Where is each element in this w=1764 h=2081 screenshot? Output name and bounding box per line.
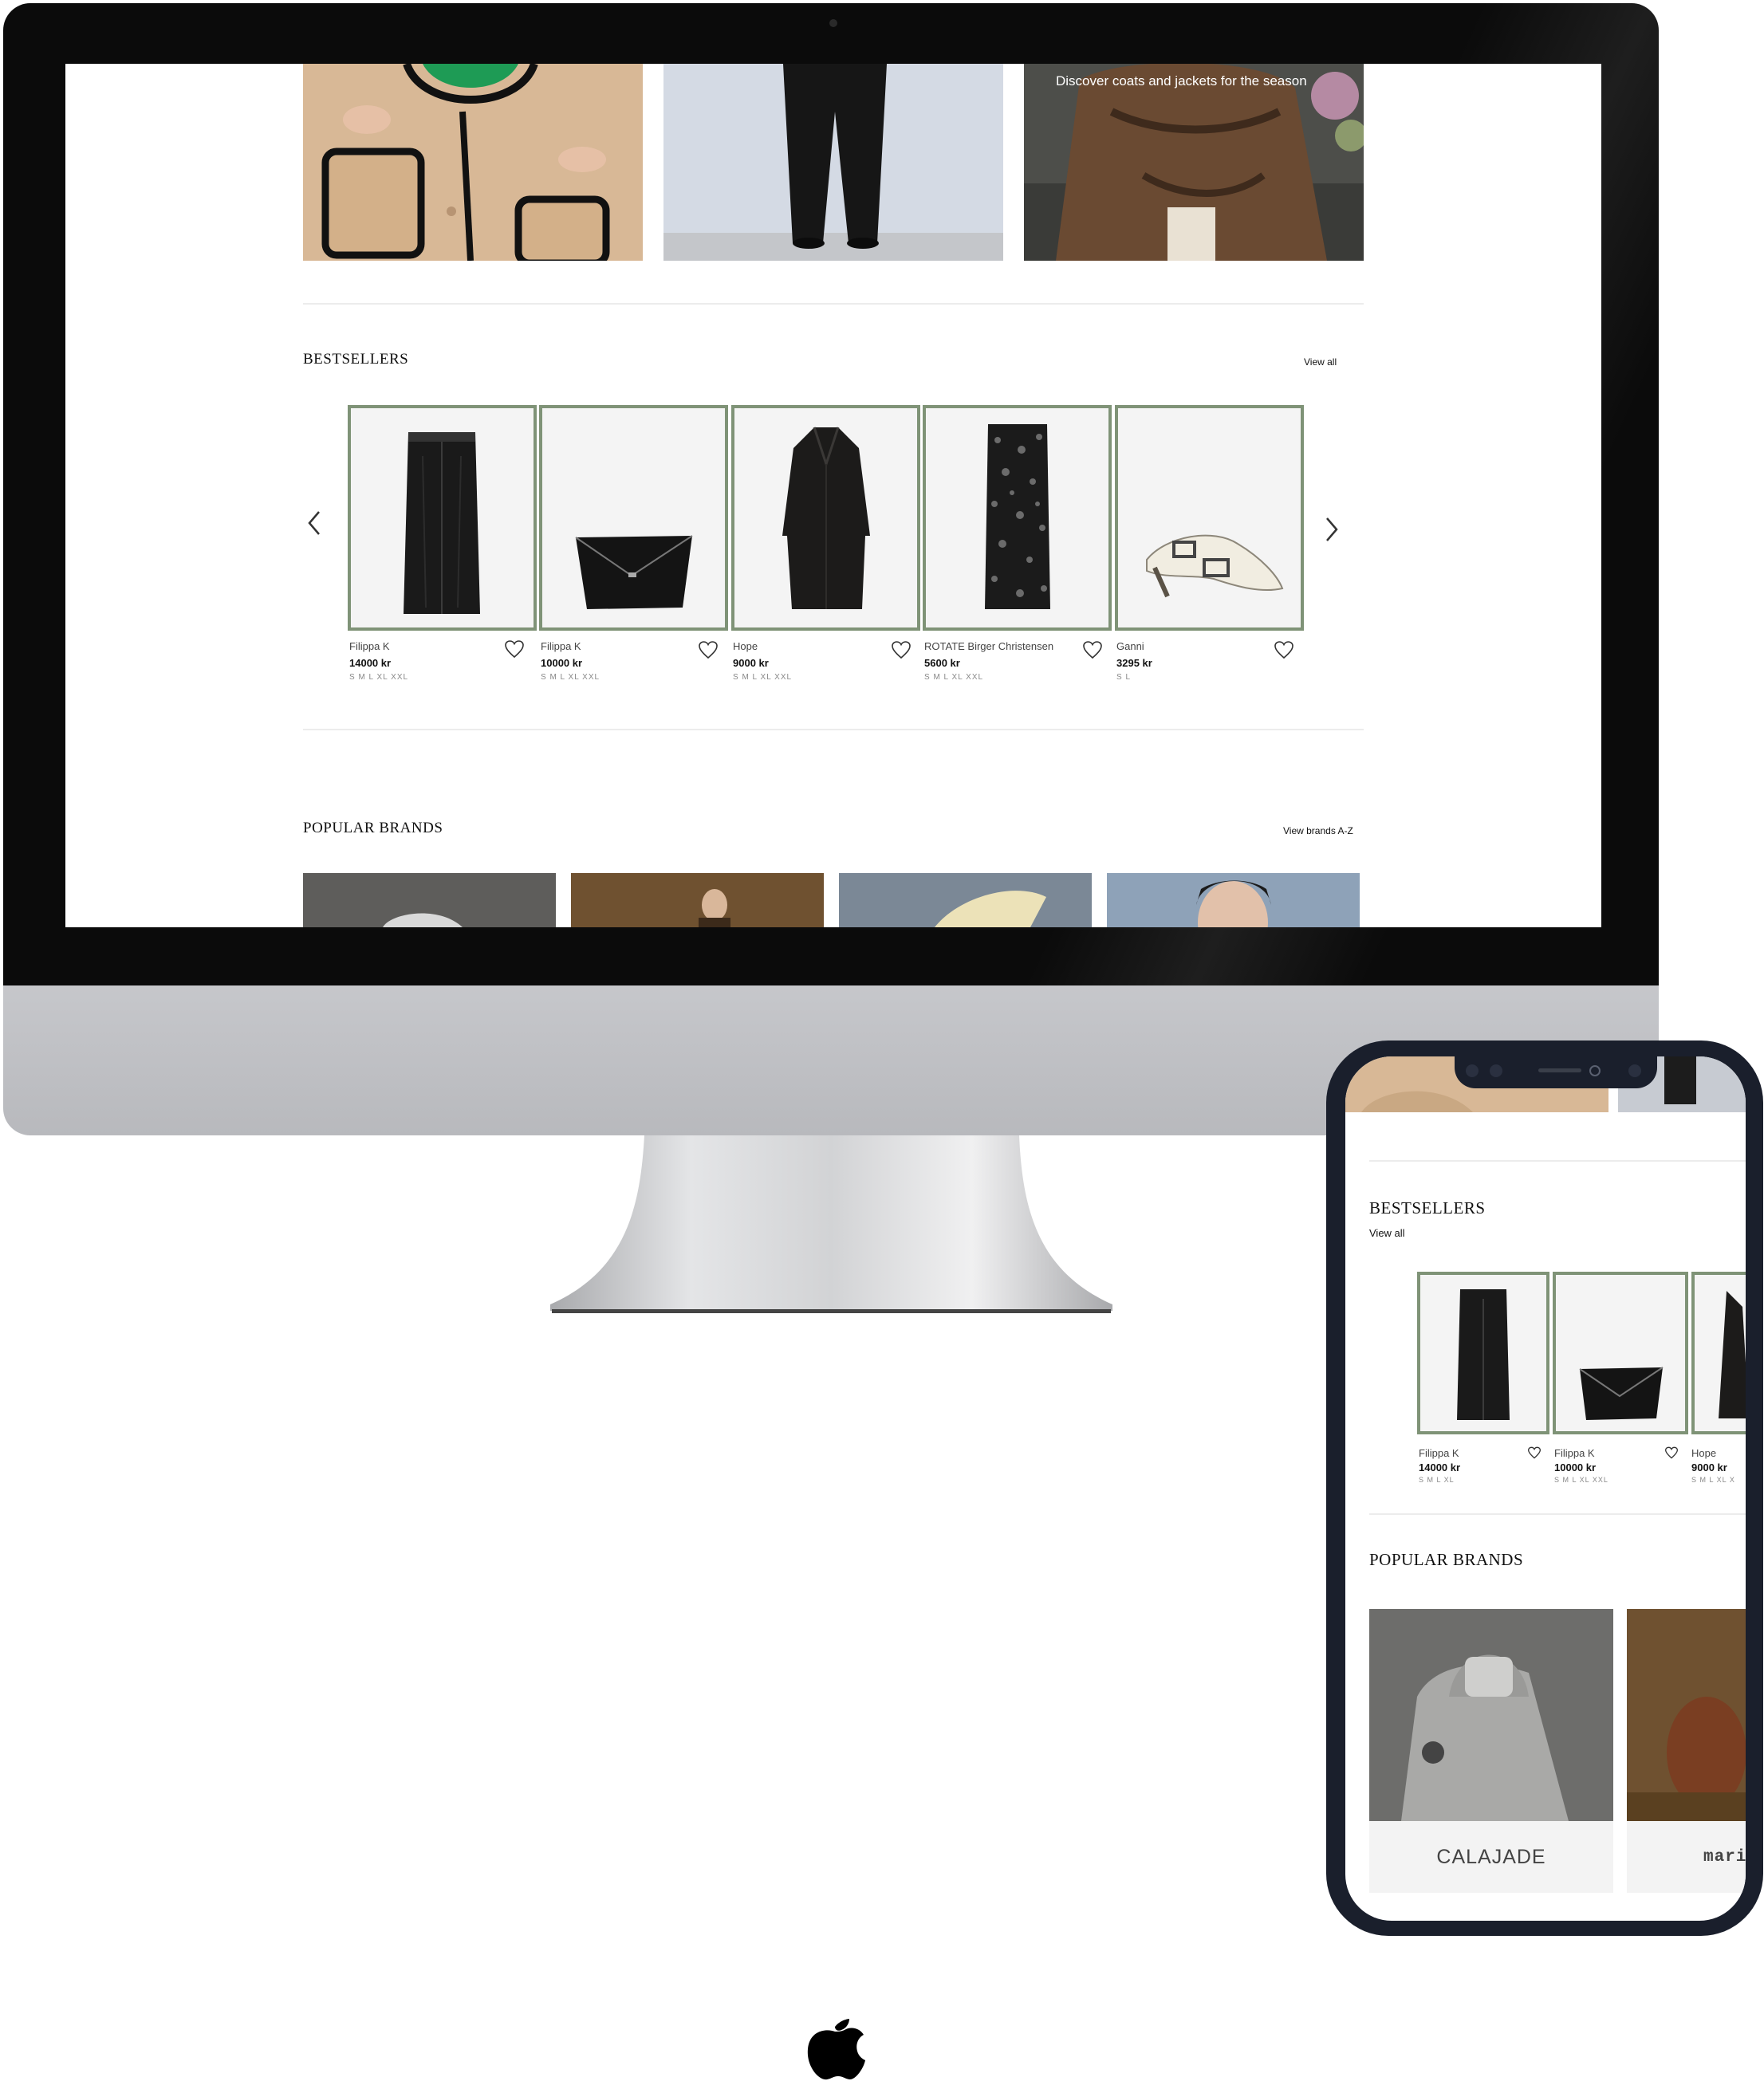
leather-jacket-image xyxy=(1024,64,1364,261)
buckle-flat-image xyxy=(1146,534,1284,598)
heart-icon[interactable] xyxy=(891,640,912,659)
product-brand: Hope xyxy=(1691,1447,1717,1459)
brand-card-marin[interactable]: marin xyxy=(1627,1609,1746,1893)
product-card-sequin-dress[interactable] xyxy=(923,405,1112,631)
bestsellers-title: BESTSELLERS xyxy=(303,351,409,368)
clutch-bag-image xyxy=(1579,1367,1664,1420)
shearling-coat-image xyxy=(303,64,643,261)
leather-skirt-image xyxy=(404,432,480,614)
hero-caption: Discover coats and jackets for the seaso… xyxy=(1056,73,1307,89)
section-divider xyxy=(1369,1160,1746,1162)
chevron-right-icon[interactable] xyxy=(1322,515,1341,544)
hero-tile-trousers[interactable] xyxy=(663,64,1003,261)
brand-tile-image xyxy=(839,873,1092,927)
product-sizes: S M L XL XXL xyxy=(349,673,409,682)
brand-tile-image xyxy=(303,873,556,927)
heart-icon[interactable] xyxy=(504,639,525,659)
long-coat-image xyxy=(1719,1291,1746,1418)
section-divider xyxy=(303,303,1364,305)
product-price: 14000 kr xyxy=(1419,1461,1461,1473)
brand-tile-image xyxy=(1107,873,1360,927)
product-sizes: S M L XL xyxy=(1419,1476,1455,1484)
heart-icon[interactable] xyxy=(698,640,719,659)
phone-notch xyxy=(1455,1056,1657,1088)
mobile-product-card-leather-skirt[interactable] xyxy=(1417,1272,1549,1434)
mobile-popular-brands-title: POPULAR BRANDS xyxy=(1369,1550,1524,1569)
view-all-link[interactable]: View all xyxy=(1304,356,1337,368)
phone-frame: BESTSELLERS View all Filippa K 14000 kr … xyxy=(1326,1040,1763,1936)
brand-card-image xyxy=(1369,1609,1613,1821)
heart-icon[interactable] xyxy=(1274,640,1294,659)
leather-skirt-image xyxy=(1457,1289,1510,1420)
product-price: 9000 kr xyxy=(1691,1461,1727,1473)
heart-icon[interactable] xyxy=(1082,640,1103,659)
desktop-screen: Discover coats and jackets for the seaso… xyxy=(65,64,1601,927)
chevron-left-icon[interactable] xyxy=(305,509,324,537)
product-sizes: S M L XL X xyxy=(1691,1476,1735,1484)
mobile-product-card-long-coat[interactable] xyxy=(1691,1272,1746,1434)
clutch-bag-image xyxy=(575,535,693,609)
product-price: 10000 kr xyxy=(1554,1461,1597,1473)
mobile-product-info: Hope 9000 kr S M L XL X xyxy=(1691,1447,1746,1484)
brand-card-label: marin xyxy=(1627,1821,1746,1893)
imac-stand xyxy=(550,1135,1112,1313)
brand-card-calajade[interactable]: CALAJADE xyxy=(1369,1609,1613,1893)
mobile-bestsellers-title: BESTSELLERS xyxy=(1369,1198,1486,1218)
brand-tile-image xyxy=(571,873,824,927)
product-price: 14000 kr xyxy=(349,657,392,669)
brand-tile[interactable] xyxy=(571,873,824,927)
imac-bezel: Discover coats and jackets for the seaso… xyxy=(3,3,1659,985)
apple-logo-icon xyxy=(807,2019,865,2080)
product-card-clutch[interactable] xyxy=(539,405,728,631)
sequin-dress-image xyxy=(985,424,1050,609)
product-card-buckle-flat[interactable] xyxy=(1115,405,1304,631)
heart-icon[interactable] xyxy=(1527,1446,1542,1459)
brand-tile[interactable] xyxy=(303,873,556,927)
hero-tile-shearling-coat[interactable] xyxy=(303,64,643,261)
heart-icon[interactable] xyxy=(1664,1446,1679,1459)
hero-row: Discover coats and jackets for the seaso… xyxy=(303,64,1364,261)
product-sizes: S M L XL XXL xyxy=(733,673,793,682)
brand-card-image xyxy=(1627,1609,1746,1821)
product-sizes: S M L XL XXL xyxy=(924,673,984,682)
front-camera-icon xyxy=(1466,1064,1641,1077)
brand-tile[interactable] xyxy=(1107,873,1360,927)
long-coat-image xyxy=(782,427,870,609)
product-card-leather-skirt[interactable] xyxy=(348,405,537,631)
product-sizes: S L xyxy=(1116,673,1132,682)
brand-tile[interactable] xyxy=(839,873,1092,927)
product-sizes: S M L XL XXL xyxy=(1554,1476,1608,1484)
section-divider xyxy=(1369,1513,1746,1515)
product-sizes: S M L XL XXL xyxy=(541,673,600,682)
hero-tile-leather-jacket[interactable]: Discover coats and jackets for the seaso… xyxy=(1024,64,1364,261)
section-divider xyxy=(303,729,1364,730)
mobile-product-card-clutch[interactable] xyxy=(1553,1272,1688,1434)
mobile-view-all-link[interactable]: View all xyxy=(1369,1227,1405,1239)
view-brands-link[interactable]: View brands A-Z xyxy=(1283,825,1353,836)
trousers-image xyxy=(663,64,1003,261)
popular-brands-title: POPULAR BRANDS xyxy=(303,820,443,836)
brand-card-label: CALAJADE xyxy=(1369,1821,1613,1893)
camera-icon xyxy=(829,19,837,27)
product-card-long-coat[interactable] xyxy=(731,405,920,631)
mobile-screen: BESTSELLERS View all Filippa K 14000 kr … xyxy=(1345,1056,1746,1921)
